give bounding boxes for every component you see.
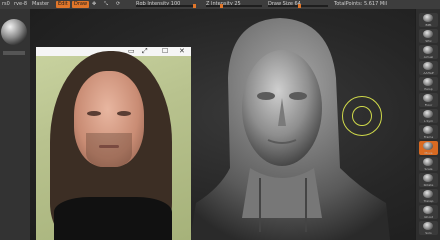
left-eye: [87, 111, 101, 116]
app-prefix: rs0: [2, 1, 10, 7]
current-tool[interactable]: rve-8: [14, 0, 27, 9]
tool-solo[interactable]: Solo: [419, 221, 438, 235]
tool-move[interactable]: Move: [419, 141, 438, 155]
tool-scale[interactable]: Scale: [419, 157, 438, 171]
maximize-icon[interactable]: ☐: [162, 47, 168, 56]
restore-icon[interactable]: ⤢: [142, 47, 148, 56]
tool-frame[interactable]: Frame: [419, 125, 438, 139]
tool-floor[interactable]: Floor: [419, 93, 438, 107]
tool-spix[interactable]: SPix: [419, 29, 438, 43]
draw-button[interactable]: Draw: [72, 1, 90, 8]
photo-mouth: [99, 145, 119, 148]
scale-icon[interactable]: ⤡: [104, 0, 108, 9]
tool-lsym[interactable]: L.Sym: [419, 109, 438, 123]
close-icon[interactable]: ✕: [179, 47, 185, 56]
edit-button[interactable]: Edit: [56, 1, 70, 8]
tool-transp[interactable]: Transp: [419, 189, 438, 203]
material-sphere-icon[interactable]: [1, 19, 27, 45]
draw-size-slider[interactable]: [268, 4, 328, 8]
tool-aahalf[interactable]: AAHalf: [419, 61, 438, 75]
move-icon[interactable]: ✥: [92, 0, 96, 9]
z-intensity-slider[interactable]: [206, 4, 262, 8]
color-swatch[interactable]: [3, 51, 25, 55]
tool-persp[interactable]: Persp: [419, 77, 438, 91]
rotate-icon[interactable]: ⟳: [116, 0, 120, 9]
photo-shirt: [54, 197, 172, 240]
rgb-intensity-slider[interactable]: [136, 4, 196, 8]
left-shelf: [0, 9, 30, 240]
master-label[interactable]: Master: [32, 0, 49, 9]
reference-photo-window[interactable]: ▭ ⤢ ☐ ✕: [36, 47, 191, 240]
tool-actual[interactable]: Actual: [419, 45, 438, 59]
tool-ghost[interactable]: Ghost: [419, 205, 438, 219]
brush-cursor-icon: [342, 96, 382, 136]
total-points-readout: TotalPoints: 5.617 Mil: [334, 1, 387, 7]
photo-face: [74, 71, 144, 167]
photo-beard: [86, 133, 132, 167]
tool-bpr[interactable]: BPR: [419, 13, 438, 27]
right-shelf: BPR SPix Actual AAHalf Persp Floor L.Sym…: [415, 9, 440, 240]
tool-rotate[interactable]: Rotate: [419, 173, 438, 187]
right-eye: [117, 111, 131, 116]
